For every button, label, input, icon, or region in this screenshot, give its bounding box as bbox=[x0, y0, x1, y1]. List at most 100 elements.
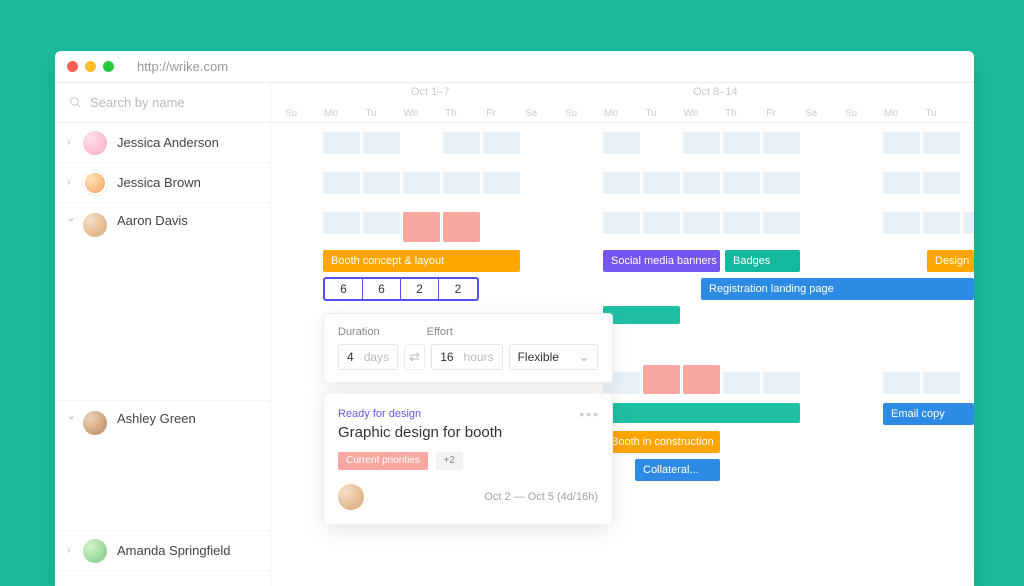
avatar bbox=[83, 131, 107, 155]
workload-cell[interactable] bbox=[723, 172, 760, 194]
chevron-down-icon: ⌄ bbox=[67, 213, 77, 224]
chevron-right-icon: › bbox=[67, 137, 77, 148]
workload-cell[interactable] bbox=[323, 212, 360, 234]
workload-cell[interactable] bbox=[683, 132, 720, 154]
sidebar: Search by name › Jessica Anderson › Jess… bbox=[55, 83, 271, 586]
workload-cell[interactable] bbox=[643, 212, 680, 234]
workload-cell[interactable] bbox=[723, 372, 760, 394]
search-input[interactable]: Search by name bbox=[55, 83, 270, 123]
task-bar-registration[interactable]: Registration landing page bbox=[701, 278, 974, 300]
workload-cell[interactable] bbox=[403, 172, 440, 194]
workload-cell-over[interactable] bbox=[403, 212, 440, 242]
person-row[interactable]: › Amanda Springfield bbox=[55, 531, 270, 571]
effort-cell[interactable]: 6 bbox=[363, 279, 401, 299]
day-label: Mo bbox=[591, 108, 631, 119]
task-card[interactable]: ••• Ready for design Graphic design for … bbox=[323, 393, 613, 525]
task-bar[interactable] bbox=[603, 403, 800, 423]
tag-priority[interactable]: Current priorities bbox=[338, 452, 428, 470]
assignee-avatar[interactable] bbox=[338, 484, 364, 510]
maximize-icon[interactable] bbox=[103, 61, 114, 72]
workload-cell[interactable] bbox=[923, 172, 960, 194]
workload-cell[interactable] bbox=[763, 132, 800, 154]
titlebar: http://wrike.com bbox=[55, 51, 974, 83]
task-bar-booth-construction[interactable]: Booth in construction bbox=[603, 431, 720, 453]
chevron-right-icon: › bbox=[67, 177, 77, 188]
link-icon[interactable]: ⇄ bbox=[404, 344, 425, 370]
effort-cell[interactable]: 2 bbox=[439, 279, 477, 299]
effort-cell[interactable]: 2 bbox=[401, 279, 439, 299]
workload-cell-over[interactable] bbox=[443, 212, 480, 242]
mode-select[interactable]: Flexible ⌄ bbox=[509, 344, 598, 370]
workload-cell[interactable] bbox=[643, 172, 680, 194]
workload-cell-over[interactable] bbox=[643, 365, 680, 394]
day-label: Sa bbox=[511, 108, 551, 119]
workload-cell[interactable] bbox=[883, 172, 920, 194]
task-bar-badges[interactable]: Badges bbox=[725, 250, 800, 272]
workload-cell[interactable] bbox=[323, 132, 360, 154]
tag-count[interactable]: +2 bbox=[436, 452, 463, 470]
task-bar-booth[interactable]: Booth concept & layout bbox=[323, 250, 520, 272]
workload-cell[interactable] bbox=[363, 172, 400, 194]
workload-cell-over[interactable] bbox=[683, 365, 720, 394]
workload-cell[interactable] bbox=[683, 172, 720, 194]
day-label: Su bbox=[271, 108, 311, 119]
workload-cell[interactable] bbox=[723, 212, 760, 234]
avatar bbox=[83, 411, 107, 435]
person-name: Ashley Green bbox=[117, 411, 196, 426]
workload-cell[interactable] bbox=[683, 212, 720, 234]
workload-cell[interactable] bbox=[763, 172, 800, 194]
avatar bbox=[83, 171, 107, 195]
workload-cell[interactable] bbox=[443, 172, 480, 194]
day-label: We bbox=[391, 108, 431, 119]
week-label: Oct 1–7 bbox=[411, 86, 450, 98]
workload-cell[interactable] bbox=[483, 132, 520, 154]
workload-cell[interactable] bbox=[483, 172, 520, 194]
workload-cell[interactable] bbox=[883, 212, 920, 234]
day-label: Th bbox=[711, 108, 751, 119]
workload-cell[interactable] bbox=[763, 372, 800, 394]
task-bar-social[interactable]: Social media banners bbox=[603, 250, 720, 272]
workload-cell[interactable] bbox=[363, 132, 400, 154]
chevron-down-icon: ⌄ bbox=[579, 350, 589, 364]
calendar-header: Oct 1–7 Oct 8–14 SuMoTuWeThFrSaSuMoTuWeT… bbox=[271, 83, 974, 123]
task-title: Graphic design for booth bbox=[338, 424, 598, 441]
more-icon[interactable]: ••• bbox=[579, 406, 600, 422]
workload-cell[interactable] bbox=[603, 172, 640, 194]
task-bar-design[interactable]: Design bbox=[927, 250, 974, 272]
chevron-down-icon: ⌄ bbox=[67, 411, 77, 422]
effort-cell[interactable]: 6 bbox=[325, 279, 363, 299]
workload-cell[interactable] bbox=[443, 132, 480, 154]
task-bar-email[interactable]: Email copy bbox=[883, 403, 974, 425]
person-row-expanded[interactable]: ⌄ Ashley Green bbox=[55, 401, 270, 531]
workload-cell[interactable] bbox=[923, 212, 960, 234]
day-label: Tu bbox=[911, 108, 951, 119]
person-name: Amanda Springfield bbox=[117, 543, 230, 558]
minimize-icon[interactable] bbox=[85, 61, 96, 72]
workload-cell[interactable] bbox=[963, 212, 974, 234]
effort-row[interactable]: 6 6 2 2 bbox=[323, 277, 479, 301]
workload-cell[interactable] bbox=[883, 132, 920, 154]
close-icon[interactable] bbox=[67, 61, 78, 72]
workload-cell[interactable] bbox=[603, 132, 640, 154]
person-row[interactable]: › Jessica Brown bbox=[55, 163, 270, 203]
workload-cell[interactable] bbox=[923, 372, 960, 394]
person-name: Jessica Brown bbox=[117, 175, 201, 190]
workload-cell[interactable] bbox=[363, 212, 400, 234]
url-text: http://wrike.com bbox=[137, 59, 228, 74]
person-row[interactable]: › Jessica Anderson bbox=[55, 123, 270, 163]
person-row-expanded[interactable]: ⌄ Aaron Davis bbox=[55, 203, 270, 401]
chevron-right-icon: › bbox=[67, 545, 77, 556]
workload-cell[interactable] bbox=[723, 132, 760, 154]
workload-cell[interactable] bbox=[883, 372, 920, 394]
workload-cell[interactable] bbox=[603, 212, 640, 234]
workload-cell[interactable] bbox=[323, 172, 360, 194]
workload-grid[interactable]: Oct 1–7 Oct 8–14 SuMoTuWeThFrSaSuMoTuWeT… bbox=[271, 83, 974, 586]
workload-cell[interactable] bbox=[763, 212, 800, 234]
search-placeholder: Search by name bbox=[90, 95, 185, 110]
effort-input[interactable]: 16hours bbox=[431, 344, 502, 370]
task-bar[interactable] bbox=[603, 306, 680, 324]
day-label: Sa bbox=[791, 108, 831, 119]
workload-cell[interactable] bbox=[923, 132, 960, 154]
duration-input[interactable]: 4days bbox=[338, 344, 398, 370]
task-bar-collateral[interactable]: Collateral... bbox=[635, 459, 720, 481]
